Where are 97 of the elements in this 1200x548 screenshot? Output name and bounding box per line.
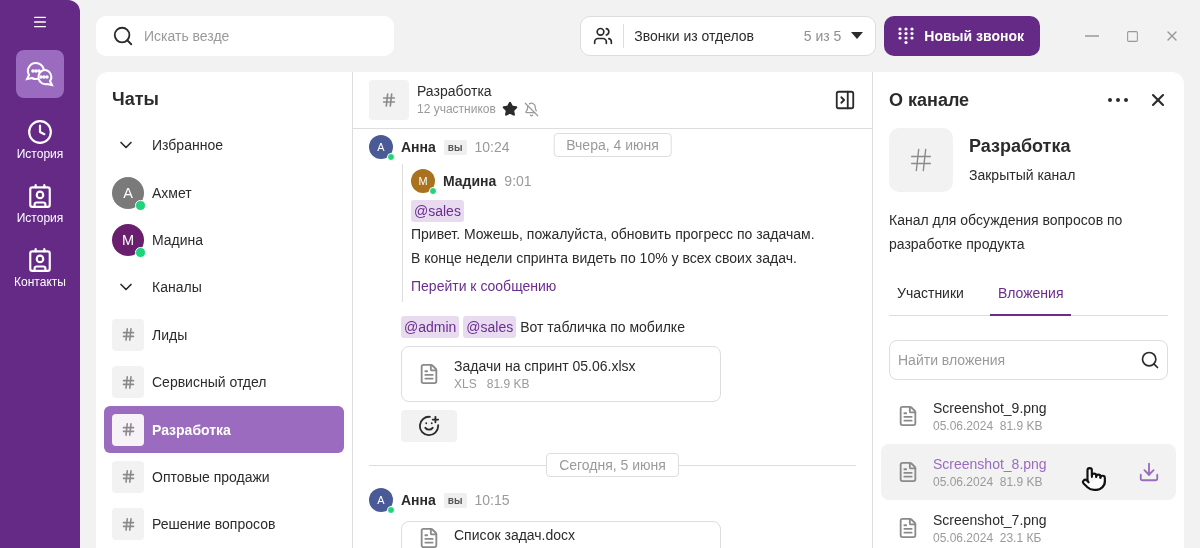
file-details: XLS 81.9 KB xyxy=(454,376,531,391)
panel-title: О канале xyxy=(889,88,971,112)
author-name: Анна xyxy=(401,139,436,155)
chat-list-item[interactable]: Сервисный отдел xyxy=(104,358,344,406)
hash-icon xyxy=(369,80,409,120)
chat-list-item[interactable]: Разработка xyxy=(104,405,344,454)
nav-item[interactable] xyxy=(16,50,64,98)
new-call-button[interactable]: Новый звонок xyxy=(884,16,1040,56)
more-button[interactable] xyxy=(1108,98,1128,102)
attachment-row[interactable]: Screenshot_7.png 05.06.2024 23.1 КБ xyxy=(881,500,1176,548)
channel-name: Разработка xyxy=(969,136,1072,157)
panel-toggle-button[interactable] xyxy=(834,89,856,111)
channel-type: Закрытый канал xyxy=(969,167,1076,183)
tab[interactable]: Вложения xyxy=(989,272,1072,316)
chat-list-item[interactable]: А Ахмет xyxy=(104,169,344,217)
hash-icon xyxy=(112,366,144,399)
file-name: Screenshot_9.png xyxy=(933,399,1047,416)
file-attachment[interactable]: Список задач.docx xyxy=(401,521,721,548)
clock-icon xyxy=(27,119,53,145)
avatar: А xyxy=(112,176,144,209)
mention-tag[interactable]: @sales xyxy=(463,316,517,338)
message-text: В конце недели спринта видеть по 10% у всех своих задач. xyxy=(411,249,797,268)
file-attachment[interactable]: Задачи на спринт 05.06.xlsx XLS 81.9 KB xyxy=(401,346,721,402)
file-details: 05.06.2024 81.9 KB xyxy=(933,474,1044,489)
minimize-icon xyxy=(1085,35,1099,37)
dial-pad-icon xyxy=(898,27,915,45)
attachment-row[interactable]: Screenshot_9.png 05.06.2024 81.9 KB xyxy=(881,388,1176,444)
menu-button[interactable] xyxy=(32,14,48,30)
file-name: Screenshot_7.png xyxy=(933,511,1047,528)
mention-tag[interactable]: @sales xyxy=(411,200,464,222)
message-time: 10:15 xyxy=(474,492,510,508)
panel-toggle-icon xyxy=(834,89,856,111)
author-name: Мадина xyxy=(443,173,497,189)
hash-icon xyxy=(889,128,953,192)
chats-title: Чаты xyxy=(112,88,160,112)
chat-list-item[interactable]: М Мадина xyxy=(104,216,344,264)
chat-title: Разработка xyxy=(417,83,493,99)
dropdown-caret-icon xyxy=(851,32,864,40)
date-separator: Сегодня, 5 июня xyxy=(546,453,679,477)
maximize-icon xyxy=(1125,29,1139,43)
message-time: 10:24 xyxy=(474,139,510,155)
file-name: Задачи на спринт 05.06.xlsx xyxy=(454,357,636,374)
file-details: 05.06.2024 81.9 KB xyxy=(933,418,1044,433)
call-filter-dropdown[interactable]: Звонки из отделов 5 из 5 xyxy=(580,16,877,56)
member-count: 12 участников xyxy=(417,102,496,116)
download-icon[interactable] xyxy=(1138,461,1160,483)
attachment-row[interactable]: Screenshot_8.png 05.06.2024 81.9 KB xyxy=(881,444,1176,500)
bell-off-icon[interactable] xyxy=(523,101,539,117)
document-icon xyxy=(897,405,919,427)
file-name: Screenshot_8.png xyxy=(933,455,1047,472)
document-icon xyxy=(897,461,919,483)
message-text: Вот табличка по мобилке xyxy=(520,319,685,335)
channel-description: Канал для обсуждения вопросов по разработке продукта xyxy=(889,211,1124,254)
contact-card-icon xyxy=(27,247,53,273)
date-separator: Вчера, 4 июня xyxy=(553,133,672,157)
more-icon xyxy=(1108,98,1128,102)
hash-icon xyxy=(112,508,144,541)
smiley-plus-icon xyxy=(418,415,440,437)
menu-icon xyxy=(32,14,48,30)
search-field[interactable]: Искать везде xyxy=(96,16,394,56)
go-to-message-link[interactable]: Перейти к сообщению xyxy=(411,278,557,294)
hash-icon xyxy=(112,413,144,446)
document-icon xyxy=(418,363,440,385)
you-badge: вы xyxy=(443,139,467,155)
author-name: Анна xyxy=(401,492,436,508)
avatar: М xyxy=(112,224,144,257)
mention-tag[interactable]: @admin xyxy=(401,316,460,338)
hand-pointer-icon xyxy=(1081,466,1107,492)
search-icon xyxy=(112,25,134,47)
chat-list-item[interactable]: Оптовые продажи xyxy=(104,453,344,501)
chat-list-item[interactable]: Решение вопросов xyxy=(104,500,344,548)
star-icon[interactable] xyxy=(501,101,518,117)
chat-bubbles-icon xyxy=(25,61,55,87)
search-icon xyxy=(1140,350,1160,370)
tab[interactable]: Участники xyxy=(889,272,972,316)
contact-card-icon xyxy=(27,183,53,209)
people-icon xyxy=(593,26,614,46)
message-time: 9:01 xyxy=(504,173,532,189)
add-reaction-button[interactable] xyxy=(401,410,457,442)
nav-item[interactable]: История xyxy=(0,112,80,168)
attachment-search-field[interactable]: Найти вложения xyxy=(889,340,1168,380)
avatar: М xyxy=(411,169,435,193)
document-icon xyxy=(897,517,919,539)
document-icon xyxy=(418,527,440,548)
chat-list-item[interactable]: Лиды xyxy=(104,311,344,359)
message-text: Привет. Можешь, пожалуйста, обновить прогресс по задачам. xyxy=(411,225,815,244)
group-header[interactable]: Каналы xyxy=(104,263,344,312)
hash-icon xyxy=(112,460,144,493)
avatar: А xyxy=(369,135,393,159)
nav-item[interactable]: История xyxy=(0,176,80,232)
avatar: А xyxy=(369,488,393,512)
file-details: 05.06.2024 23.1 КБ xyxy=(933,530,1043,545)
hash-icon xyxy=(112,318,144,351)
you-badge: вы xyxy=(443,492,467,508)
nav-item[interactable]: Контакты xyxy=(0,240,80,296)
file-name: Список задач.docx xyxy=(454,527,576,543)
group-header[interactable]: Избранное xyxy=(104,121,344,169)
